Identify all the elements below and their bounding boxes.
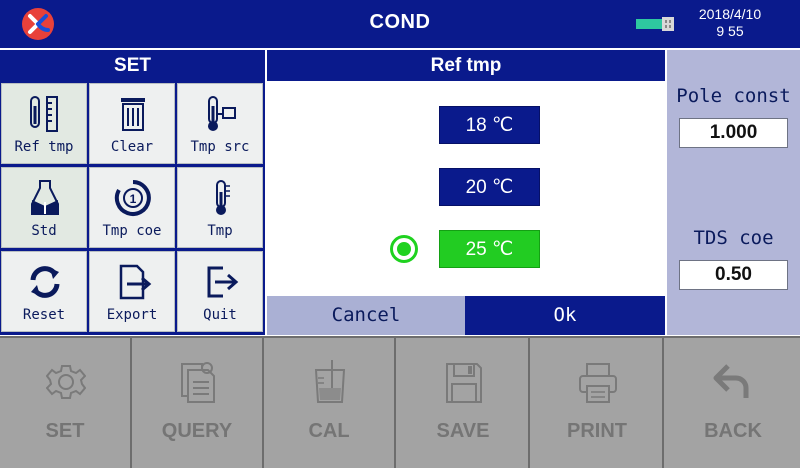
toolbar-label: BACK <box>704 420 762 442</box>
toolbar-label: PRINT <box>567 420 627 442</box>
time-text: 9 55 <box>716 23 744 39</box>
thermometer-ruler-icon <box>30 96 58 132</box>
tile-quit[interactable]: Quit <box>177 251 263 332</box>
toolbar-label: SET <box>45 420 85 442</box>
toolbar-label: CAL <box>308 420 350 442</box>
ref-tmp-dialog: Ref tmp 18 ℃ 20 ℃ 25 ℃ Cancel Ok <box>267 50 665 335</box>
dialog-title: Ref tmp <box>267 50 665 81</box>
thermometer-icon <box>216 180 230 215</box>
back-button[interactable]: BACK <box>666 338 800 468</box>
gear-icon <box>46 365 86 399</box>
exit-icon <box>207 266 239 298</box>
pole-const-value[interactable]: 1.000 <box>679 118 788 148</box>
brand-logo-icon <box>22 8 54 40</box>
tile-label: Export <box>106 307 158 323</box>
tile-label: Quit <box>203 307 237 323</box>
option-20c[interactable]: 20 ℃ <box>439 168 540 206</box>
save-button[interactable]: SAVE <box>398 338 530 468</box>
usb-icon <box>636 16 674 32</box>
flask-book-icon <box>31 180 59 215</box>
selected-radio-icon <box>390 235 418 263</box>
ok-button[interactable]: Ok <box>465 296 665 335</box>
floppy-disk-icon <box>446 363 482 403</box>
tds-coe-label: TDS coe <box>693 227 774 249</box>
option-18c[interactable]: 18 ℃ <box>439 106 540 144</box>
toolbar-label: QUERY <box>161 420 233 442</box>
export-icon <box>119 264 152 300</box>
cancel-button[interactable]: Cancel <box>267 296 465 335</box>
tile-label: Std <box>31 223 57 239</box>
coefficient-dial-icon: 1 <box>114 180 151 216</box>
tile-label: Clear <box>110 139 154 155</box>
bottom-toolbar: SET QUERY CAL SAVE PRINT BACK <box>0 336 800 468</box>
tile-tmp-src[interactable]: Tmp src <box>177 83 263 164</box>
tile-clear[interactable]: Clear <box>89 83 175 164</box>
title-bar: COND 2018/4/10 9 55 <box>0 0 800 48</box>
tile-label: Tmp <box>207 223 233 239</box>
tile-ref-tmp[interactable]: Ref tmp <box>1 83 87 164</box>
tile-label: Ref tmp <box>14 139 74 155</box>
tile-export[interactable]: Export <box>89 251 175 332</box>
set-button[interactable]: SET <box>0 338 132 468</box>
refresh-icon <box>30 266 60 298</box>
datetime: 2018/4/10 9 55 <box>684 6 776 40</box>
beaker-icon <box>314 360 346 403</box>
tile-reset[interactable]: Reset <box>1 251 87 332</box>
page-title: COND <box>369 11 431 33</box>
printer-icon <box>579 363 617 403</box>
tds-coe-value[interactable]: 0.50 <box>679 260 788 290</box>
query-button[interactable]: QUERY <box>132 338 264 468</box>
tile-std[interactable]: Std <box>1 167 87 248</box>
thermometer-probe-icon <box>208 96 236 131</box>
date-text: 2018/4/10 <box>698 6 762 22</box>
back-arrow-icon <box>713 364 749 398</box>
tile-tmp[interactable]: Tmp <box>177 167 263 248</box>
parameter-panel: Pole const 1.000 TDS coe 0.50 <box>667 50 800 335</box>
pole-const-label: Pole const <box>676 85 791 107</box>
toolbar-label: SAVE <box>436 420 490 442</box>
trash-icon <box>121 98 145 131</box>
tile-tmp-coe[interactable]: 1 Tmp coe <box>89 167 175 248</box>
tile-label: Tmp coe <box>102 223 162 239</box>
set-panel: SET Ref tmp Clear Tmp src Std 1 Tmp coe … <box>0 50 265 335</box>
tile-label: Tmp src <box>190 139 250 155</box>
tile-label: Reset <box>22 307 66 323</box>
set-panel-title: SET <box>114 55 151 76</box>
cal-button[interactable]: CAL <box>264 338 396 468</box>
document-query-icon <box>181 362 215 403</box>
option-25c[interactable]: 25 ℃ <box>439 230 540 268</box>
svg-text:1: 1 <box>130 192 137 206</box>
print-button[interactable]: PRINT <box>532 338 664 468</box>
